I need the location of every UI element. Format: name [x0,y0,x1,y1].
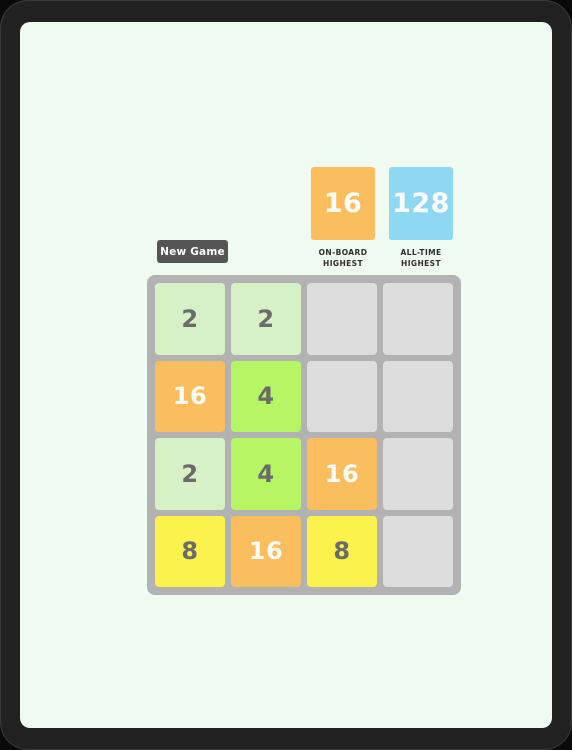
onboard-highest-group: 16 ON-BOARD HIGHEST [311,167,375,269]
alltime-highest-value: 128 [389,167,453,240]
board-tile: 4 [231,360,301,432]
board-tile: 2 [155,438,225,510]
board-tile: 2 [155,283,225,355]
onboard-highest-label-line2: HIGHEST [323,259,363,268]
board-tile: 4 [231,438,301,510]
board-tile: 2 [231,283,301,355]
onboard-highest-label: ON-BOARD HIGHEST [311,247,375,269]
game-board[interactable]: 2 2 16 4 2 4 16 8 16 8 [147,275,461,595]
alltime-highest-label: ALL-TIME HIGHEST [389,247,453,269]
score-panel: 16 ON-BOARD HIGHEST 128 ALL-TIME HIGHEST [311,167,461,269]
board-tile: 16 [155,360,225,432]
alltime-highest-label-line2: HIGHEST [401,259,441,268]
new-game-button[interactable]: New Game [157,240,228,263]
board-cell-empty [383,438,453,510]
board-cell-empty [383,360,453,432]
board-tile: 16 [231,515,301,587]
onboard-highest-value: 16 [311,167,375,240]
board-cell-empty [307,360,377,432]
alltime-highest-group: 128 ALL-TIME HIGHEST [389,167,453,269]
onboard-highest-label-line1: ON-BOARD [318,248,368,257]
board-cell-empty [383,515,453,587]
board-cell-empty [307,283,377,355]
board-tile: 8 [307,515,377,587]
tablet-screen: 16 ON-BOARD HIGHEST 128 ALL-TIME HIGHEST… [20,22,552,728]
tablet-device-frame: 16 ON-BOARD HIGHEST 128 ALL-TIME HIGHEST… [0,0,572,750]
board-tile: 8 [155,515,225,587]
board-tile: 16 [307,438,377,510]
board-cell-empty [383,283,453,355]
alltime-highest-label-line1: ALL-TIME [400,248,442,257]
